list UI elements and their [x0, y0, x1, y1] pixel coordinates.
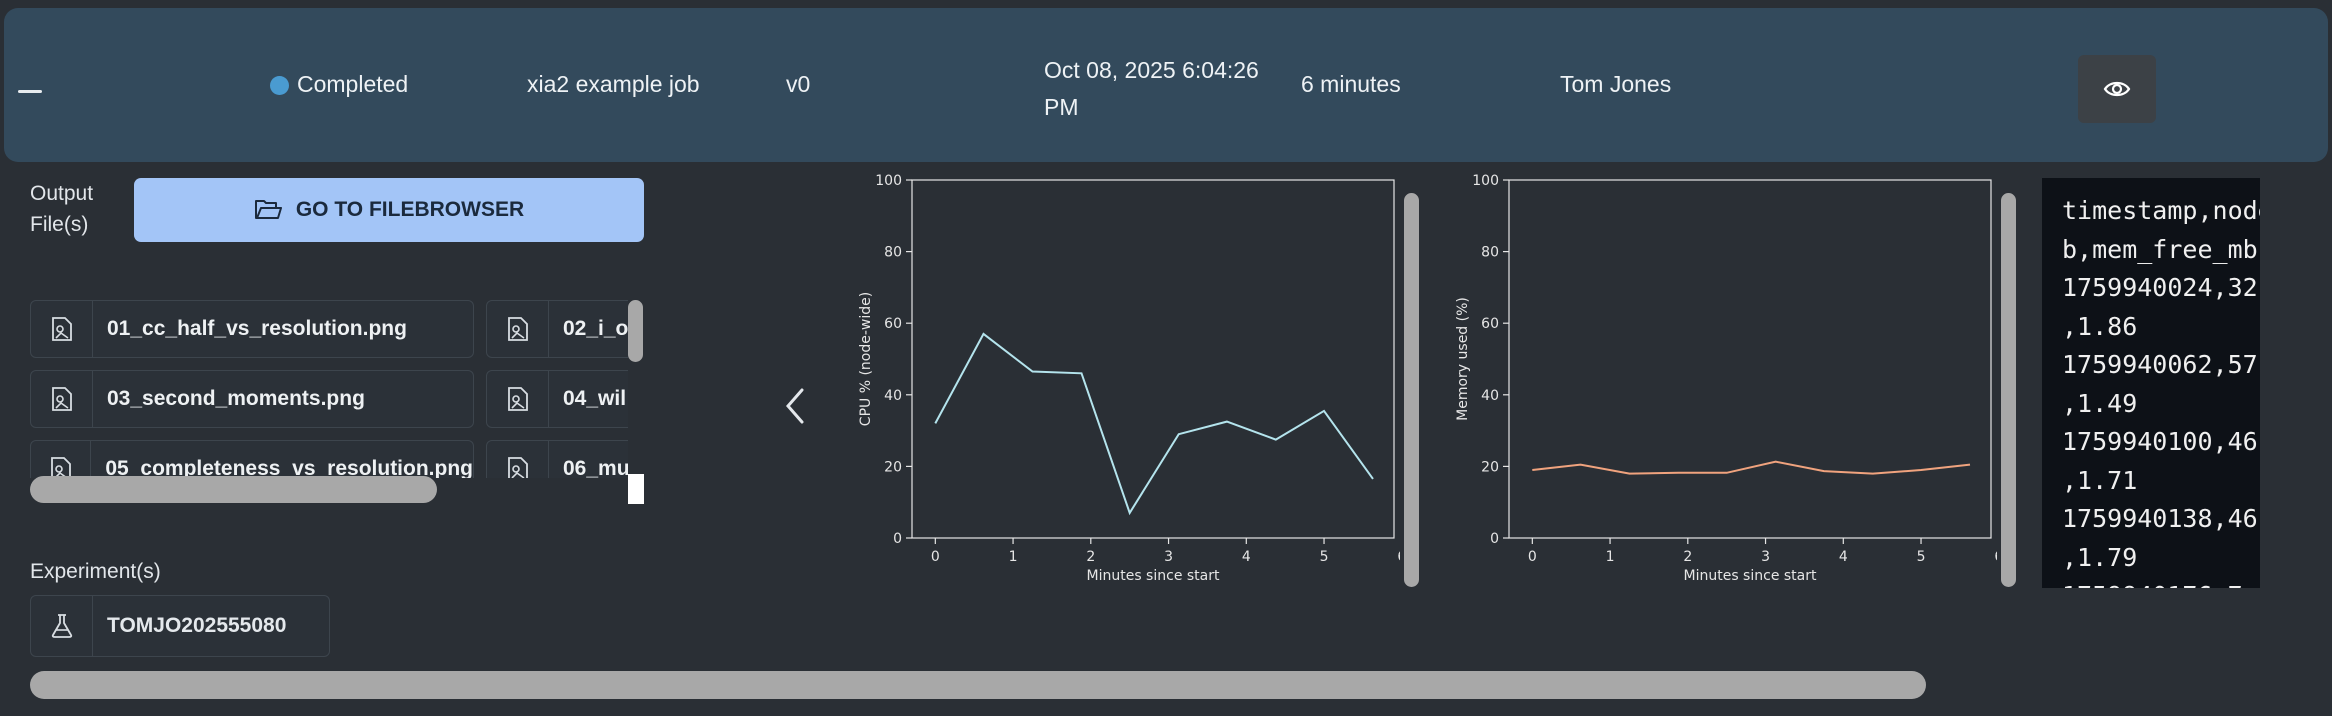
y-tick-label: 100: [1472, 173, 1499, 189]
series-line: [1532, 460, 1971, 475]
job-user: Tom Jones: [1560, 71, 1672, 97]
y-axis-label: CPU % (node-wide): [858, 292, 874, 426]
image-file-icon: [487, 441, 549, 478]
csv-line: ,1.79: [2062, 542, 2138, 572]
y-tick-label: 60: [884, 316, 902, 332]
output-label-line2: File(s): [30, 213, 89, 236]
file-name: 01_cc_half_vs_resolution.png: [107, 317, 407, 340]
x-tick-label: 2: [1683, 549, 1692, 565]
y-tick-label: 20: [884, 459, 902, 475]
file-item[interactable]: 04_wil: [486, 370, 628, 428]
y-tick-label: 60: [1481, 316, 1499, 332]
y-tick-label: 40: [1481, 388, 1499, 404]
y-tick-label: 0: [893, 531, 902, 547]
csv-line: timestamp,node_c: [2062, 196, 2260, 225]
filebrowser-button-label: GO TO FILEBROWSER: [295, 198, 525, 221]
series-line: [934, 332, 1374, 516]
x-tick-label: 1: [1009, 549, 1018, 565]
file-name: 02_i_o: [563, 317, 628, 340]
chevron-left-icon[interactable]: [780, 386, 810, 426]
file-name: 06_mu: [563, 457, 628, 478]
x-tick-label: 1: [1606, 549, 1615, 565]
image-file-icon: [487, 301, 549, 357]
csv-line: 1759940024,32.38: [2062, 273, 2260, 302]
x-tick-label: 5: [1917, 549, 1926, 565]
job-date-line2: PM: [1044, 94, 1079, 120]
y-tick-label: 80: [884, 245, 902, 261]
x-tick-label: 6: [1397, 549, 1400, 565]
plot-frame: [1508, 179, 1992, 539]
csv-line: 1759940100,46.72: [2062, 427, 2260, 456]
csv-line: 1759940138,46.38: [2062, 504, 2260, 533]
x-axis-label: Minutes since start: [1087, 568, 1220, 584]
x-axis-label: Minutes since start: [1684, 568, 1817, 584]
files-horizontal-scrollbar[interactable]: [30, 476, 437, 503]
plot-frame: [911, 179, 1395, 539]
job-duration: 6 minutes: [1301, 71, 1401, 97]
x-tick-label: 0: [1528, 549, 1537, 565]
csv-line: ,1.86: [2062, 311, 2138, 341]
file-name: 04_wil: [563, 387, 627, 410]
view-button[interactable]: [2078, 55, 2156, 123]
cpu-usage-chart: 0 20 40 60 80 100 0 1 2 3 4 5 6 Minutes since start CP…: [858, 173, 1400, 584]
csv-line: ,1.71: [2062, 465, 2138, 495]
x-tick-label: 4: [1242, 549, 1251, 565]
file-name: 03_second_moments.png: [107, 387, 365, 410]
job-date-line1: Oct 08, 2025 6:04:26: [1044, 57, 1259, 83]
eye-icon: [2103, 81, 2131, 97]
status-dot-icon: [270, 76, 289, 95]
y-axis-label: Memory used (%): [1455, 297, 1471, 421]
csv-line: 1759940176,7.06: [2062, 577, 2260, 588]
image-file-icon: [487, 371, 549, 427]
output-label-line1: Output: [30, 182, 94, 205]
x-tick-label: 0: [931, 549, 940, 565]
job-name: xia2 example job: [527, 71, 700, 97]
scroll-corner: [628, 474, 644, 504]
y-tick-label: 80: [1481, 245, 1499, 261]
file-item[interactable]: 05_completeness_vs_resolution.png: [30, 440, 474, 478]
csv-preview[interactable]: timestamp,node_c b,mem_free_mb,me 17599400…: [2042, 178, 2260, 588]
csv-line: ,1.49: [2062, 388, 2138, 418]
image-file-icon: [31, 441, 92, 478]
image-file-icon: [31, 301, 93, 357]
main-horizontal-scrollbar[interactable]: [30, 671, 1926, 699]
y-tick-label: 40: [884, 388, 902, 404]
x-tick-label: 2: [1086, 549, 1095, 565]
output-files-grid[interactable]: 01_cc_half_vs_resolution.png 02_i_o 03_s…: [28, 296, 628, 478]
file-item[interactable]: 02_i_o: [486, 300, 628, 358]
memory-usage-chart: 0 20 40 60 80 100 0 1 2 3 4 5 6 Minutes since start Me…: [1455, 173, 1997, 584]
x-tick-label: 3: [1761, 549, 1770, 565]
go-to-filebrowser-button[interactable]: GO TO FILEBROWSER: [134, 178, 644, 242]
y-tick-label: 20: [1481, 459, 1499, 475]
collapse-icon[interactable]: [18, 90, 42, 93]
y-tick-label: 100: [875, 173, 902, 189]
folder-open-icon: [254, 200, 282, 219]
csv-line: b,mem_free_mb,me: [2062, 234, 2260, 264]
image-file-icon: [31, 371, 93, 427]
file-item[interactable]: 06_mu: [486, 440, 628, 478]
job-date: Oct 08, 2025 6:04:26 PM: [1044, 52, 1259, 126]
files-vertical-scrollbar[interactable]: [628, 300, 643, 362]
status-cell: Completed: [270, 71, 408, 98]
job-version: v0: [786, 71, 811, 97]
experiment-item[interactable]: TOMJO202555080: [30, 595, 330, 657]
status-text: Completed: [297, 71, 409, 97]
experiment-name: TOMJO202555080: [107, 614, 287, 637]
file-name: 05_completeness_vs_resolution.png: [105, 457, 473, 478]
file-item[interactable]: 01_cc_half_vs_resolution.png: [30, 300, 474, 358]
output-files-label: Output File(s): [30, 178, 93, 240]
x-tick-label: 5: [1320, 549, 1329, 565]
chart-cpu-scrollbar[interactable]: [1404, 193, 1419, 587]
experiments-label: Experiment(s): [30, 560, 161, 583]
y-tick-label: 0: [1490, 531, 1499, 547]
csv-line: 1759940062,57.29: [2062, 350, 2260, 379]
flask-icon: [31, 596, 93, 656]
x-tick-label: 3: [1164, 549, 1173, 565]
job-row-header[interactable]: Completed xia2 example job v0 Oct 08, 20…: [4, 8, 2328, 162]
chart-mem-scrollbar[interactable]: [2001, 193, 2016, 587]
file-item[interactable]: 03_second_moments.png: [30, 370, 474, 428]
x-tick-label: 6: [1994, 549, 1997, 565]
x-tick-label: 4: [1839, 549, 1848, 565]
